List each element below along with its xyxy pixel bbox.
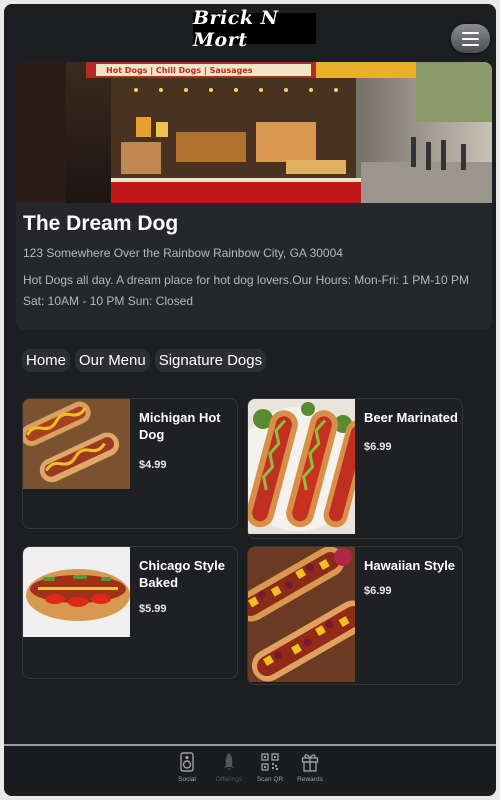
bottom-navigation: Social Offerings Scan QR Rewards: [4, 744, 496, 796]
nav-social-label: Social: [178, 776, 196, 783]
nav-offerings-label: Offerings: [215, 776, 243, 783]
nav-offerings[interactable]: Offerings: [209, 752, 249, 783]
chicago-style-baked-image: [23, 547, 130, 637]
restaurant-description: Hot Dogs all day. A dream place for hot …: [23, 273, 469, 308]
tab-home[interactable]: Home: [22, 349, 71, 372]
menu-item-card[interactable]: Michigan Hot Dog $4.99: [22, 398, 238, 529]
menu-item-name: Hawaiian Style: [364, 558, 456, 573]
qr-code-icon: [261, 753, 279, 771]
menu-item-card[interactable]: Beer Marinated $6.99: [247, 398, 463, 539]
brand-logo[interactable]: Brick N Mort: [193, 7, 316, 51]
michigan-hot-dog-image: [23, 399, 130, 489]
menu-item-card[interactable]: Hawaiian Style $6.99: [247, 546, 463, 685]
nav-scan-qr-label: Scan QR: [256, 776, 284, 783]
menu-item-price: $6.99: [364, 441, 392, 453]
menu-item-name: Michigan Hot Dog: [139, 410, 221, 442]
category-tabs: Home Our Menu Signature Dogs: [22, 349, 267, 372]
beer-marinated-image: [248, 399, 355, 534]
cart-sign-text: Hot Dogs | Chili Dogs | Sausages: [106, 66, 253, 75]
menu-item-price: $6.99: [364, 585, 392, 597]
menu-item-name: Chicago Style Baked: [139, 558, 225, 590]
speaker-icon: [180, 752, 194, 772]
nav-scan-qr[interactable]: Scan QR: [250, 752, 290, 783]
restaurant-address: 123 Somewhere Over the Rainbow Rainbow C…: [23, 246, 343, 260]
nav-social[interactable]: Social: [167, 752, 207, 783]
nav-rewards-label: Rewards: [297, 776, 323, 783]
tab-signature-dogs[interactable]: Signature Dogs: [154, 349, 267, 372]
hero-image: Hot Dogs | Chili Dogs | Sausages: [16, 62, 492, 203]
menu-item-card[interactable]: Chicago Style Baked $5.99: [22, 546, 238, 679]
tab-our-menu[interactable]: Our Menu: [75, 349, 150, 372]
restaurant-info-card: Hot Dogs | Chili Dogs | Sausages The Dre…: [16, 62, 492, 330]
menu-bar: [462, 37, 479, 40]
gift-icon: [301, 754, 319, 772]
app-screen: Brick N Mort Hot Dogs | Chili Dogs | Sau…: [4, 4, 496, 796]
menu-bar: [462, 43, 479, 46]
menu-item-price: $4.99: [139, 459, 167, 471]
rocket-icon: [224, 753, 234, 771]
menu-item-price: $5.99: [139, 603, 167, 615]
hamburger-menu-button[interactable]: [451, 24, 490, 53]
restaurant-name: The Dream Dog: [23, 212, 179, 235]
menu-bar: [462, 31, 479, 34]
menu-item-name: Beer Marinated: [364, 410, 458, 425]
nav-rewards[interactable]: Rewards: [290, 752, 330, 783]
hawaiian-style-image: [248, 547, 355, 682]
brand-logo-text: Brick N Mort: [193, 6, 279, 51]
